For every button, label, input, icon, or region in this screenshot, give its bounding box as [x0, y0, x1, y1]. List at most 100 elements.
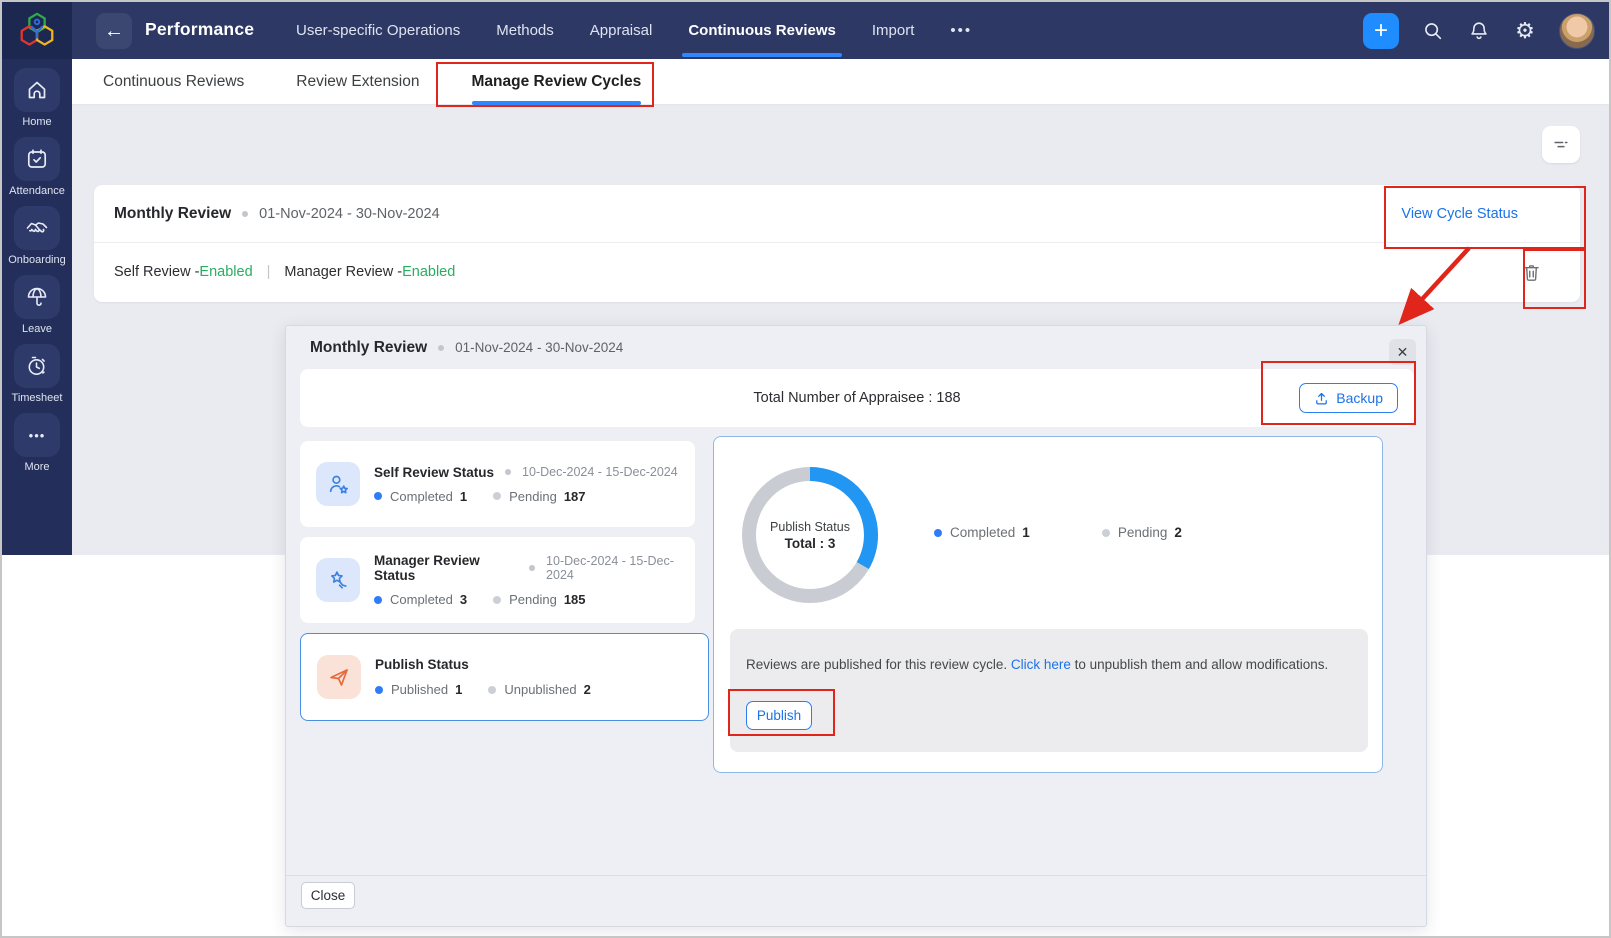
modal-footer-divider	[286, 875, 1426, 876]
back-button[interactable]: ←	[96, 13, 132, 49]
publish-status-donut-chart: Publish Status Total : 3	[735, 460, 885, 610]
zoho-people-logo-icon	[20, 12, 54, 46]
legend-label: Completed	[950, 525, 1016, 540]
umbrella-icon	[27, 287, 47, 306]
subtab-bar: Continuous Reviews Review Extension Mana…	[72, 59, 1609, 105]
nav-user-specific-operations[interactable]: User-specific Operations	[296, 2, 460, 59]
app-logo[interactable]	[2, 2, 72, 59]
completed-dot	[374, 595, 382, 604]
review-cycle-card: Monthly Review 01-Nov-2024 - 30-Nov-2024…	[94, 185, 1580, 302]
modal-title: Monthly Review	[310, 338, 428, 356]
sidebar-item-home[interactable]: Home	[14, 68, 60, 128]
tab-continuous-reviews[interactable]: Continuous Reviews	[103, 59, 244, 105]
nav-continuous-reviews[interactable]: Continuous Reviews	[682, 2, 842, 59]
search-button[interactable]	[1421, 19, 1445, 43]
modal-close-button[interactable]: ✕	[1389, 339, 1416, 365]
backup-label: Backup	[1336, 390, 1383, 406]
cycle-title: Monthly Review	[114, 204, 232, 222]
stat-label: Pending	[509, 488, 557, 504]
topbar-actions: + ⚙	[1363, 2, 1595, 59]
stat-value: 185	[563, 592, 586, 607]
sidebar-label: Home	[22, 116, 52, 128]
paper-plane-icon	[330, 669, 348, 686]
back-arrow-icon: ←	[104, 19, 124, 42]
nav-import[interactable]: Import	[872, 2, 915, 59]
pending-dot	[493, 492, 502, 500]
unpublished-dot	[488, 685, 497, 694]
status-card-date: 10-Dec-2024 - 15-Dec-2024	[546, 554, 674, 582]
filter-icon	[1554, 141, 1568, 147]
sidebar-label: Timesheet	[11, 392, 63, 404]
manager-review-status: Enabled	[402, 264, 456, 280]
stat-label: Unpublished	[504, 682, 577, 697]
backup-button[interactable]: Backup	[1299, 383, 1398, 413]
topbar-nav: User-specific Operations Methods Apprais…	[296, 2, 972, 59]
tab-review-extension[interactable]: Review Extension	[296, 59, 419, 105]
stat-value: 2	[583, 682, 591, 697]
manager-review-status-card[interactable]: Manager Review Status 10-Dec-2024 - 15-D…	[300, 537, 695, 623]
total-appraisee-text: Total Number of Appraisee : 188	[753, 390, 961, 406]
ellipsis-icon: •••	[28, 427, 46, 443]
delete-cycle-button[interactable]	[1521, 262, 1542, 283]
cycle-card-settings-row: Self Review - Enabled | Manager Review -…	[94, 243, 1580, 301]
legend-value: 2	[1174, 525, 1182, 540]
cycle-card-header-row: Monthly Review 01-Nov-2024 - 30-Nov-2024…	[94, 185, 1580, 243]
publish-note-text: Reviews are published for this review cy…	[746, 657, 1011, 672]
publish-status-card[interactable]: Publish Status Published 1 Unpublished 2	[300, 633, 709, 721]
nav-appraisal[interactable]: Appraisal	[590, 2, 653, 59]
settings-button[interactable]: ⚙	[1513, 17, 1537, 43]
status-card-title: Manager Review Status	[374, 553, 480, 583]
donut-center-label: Publish Status	[770, 519, 850, 534]
dot-separator	[505, 469, 512, 475]
topbar: ← Performance User-specific Operations M…	[2, 2, 1609, 59]
status-card-date: 10-Dec-2024 - 15-Dec-2024	[522, 465, 678, 479]
home-icon	[28, 81, 46, 99]
legend-label: Pending	[1117, 525, 1168, 540]
search-icon	[1425, 22, 1442, 39]
donut-center-total: Total : 3	[784, 535, 836, 551]
status-card-title: Publish Status	[375, 657, 469, 672]
sidebar-label: Leave	[22, 323, 52, 335]
publish-note-text: to unpublish them and allow modification…	[1070, 657, 1329, 672]
app-window: ← Performance User-specific Operations M…	[0, 0, 1611, 938]
tab-manage-review-cycles[interactable]: Manage Review Cycles	[471, 59, 641, 105]
sidebar-item-onboarding[interactable]: Onboarding	[8, 206, 66, 266]
dot-separator	[438, 344, 445, 351]
donut-legend: Completed 1 Pending 2	[934, 525, 1182, 540]
sidebar-item-more[interactable]: ••• More	[14, 413, 60, 473]
notifications-button[interactable]	[1467, 19, 1491, 43]
calendar-check-icon	[27, 149, 47, 168]
bell-icon	[1471, 21, 1487, 39]
gear-icon: ⚙	[1515, 17, 1535, 43]
modal-close-footer-button[interactable]: Close	[301, 882, 355, 909]
click-here-link[interactable]: Click here	[1011, 657, 1071, 672]
legend-value: 1	[1022, 525, 1030, 540]
legend-completed-dot	[934, 528, 942, 537]
publish-button[interactable]: Publish	[746, 701, 812, 730]
page-title: Performance	[145, 19, 255, 39]
publish-note-box: Reviews are published for this review cy…	[730, 629, 1368, 752]
nav-methods[interactable]: Methods	[496, 2, 554, 59]
self-review-status-card[interactable]: Self Review Status 10-Dec-2024 - 15-Dec-…	[300, 441, 695, 527]
stat-label: Pending	[509, 592, 557, 607]
legend-pending-dot	[1101, 528, 1110, 537]
star-hand-icon	[330, 570, 347, 589]
view-cycle-status-link[interactable]: View Cycle Status	[1401, 206, 1518, 222]
stat-value: 187	[563, 488, 586, 504]
sidebar-item-timesheet[interactable]: Timesheet	[11, 344, 63, 404]
published-dot	[375, 685, 383, 694]
cycle-status-modal: Monthly Review 01-Nov-2024 - 30-Nov-2024…	[285, 325, 1427, 927]
add-button[interactable]: +	[1363, 12, 1399, 49]
sidebar-item-leave[interactable]: Leave	[14, 275, 60, 335]
completed-dot	[374, 492, 382, 500]
manager-review-label: Manager Review -	[284, 264, 403, 280]
upload-icon	[1316, 392, 1328, 404]
dot-separator	[242, 210, 249, 217]
filter-button[interactable]	[1542, 126, 1580, 163]
user-avatar[interactable]	[1559, 12, 1595, 49]
trash-icon	[1524, 264, 1539, 281]
nav-more-ellipsis-icon[interactable]: •••	[950, 2, 972, 59]
stat-label: Completed	[390, 488, 453, 504]
close-icon: ✕	[1396, 343, 1409, 360]
sidebar-item-attendance[interactable]: Attendance	[9, 137, 65, 197]
